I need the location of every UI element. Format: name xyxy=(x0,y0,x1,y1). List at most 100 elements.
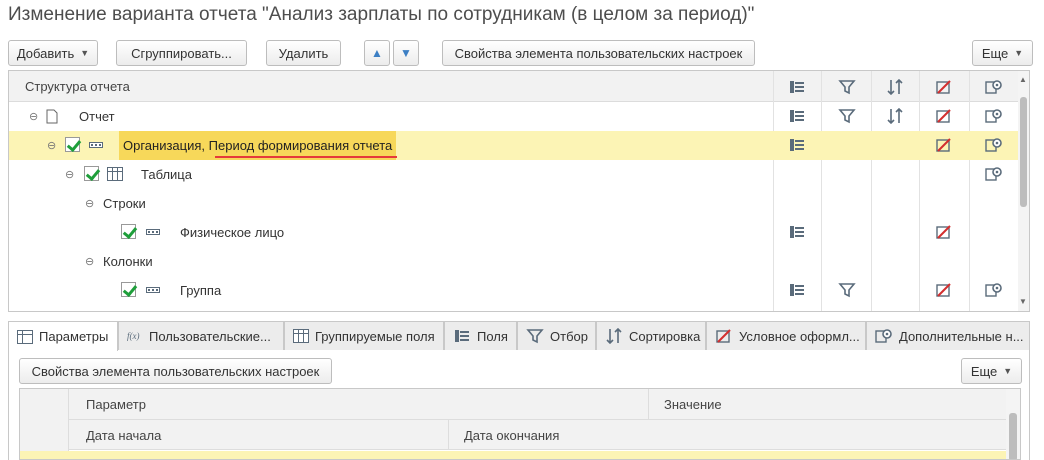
tab-user-fields[interactable]: f(x) Пользовательские... xyxy=(118,321,284,350)
tree-row-columns[interactable]: ⊖ Колонки xyxy=(9,247,1019,276)
arrow-down-icon: ▼ xyxy=(400,46,412,60)
tree-scrollbar[interactable]: ▲ ▼ xyxy=(1018,71,1029,311)
settings-tabs: Параметры f(x) Пользовательские... Групп… xyxy=(8,321,1030,351)
collapse-icon[interactable]: ⊖ xyxy=(29,110,38,123)
move-up-button[interactable]: ▲ xyxy=(364,40,390,66)
tree-row-report[interactable]: ⊖ Отчет xyxy=(9,102,1019,131)
conditional-format-icon[interactable] xyxy=(935,108,953,124)
parameters-table[interactable]: Параметр Значение Дата начала Дата оконч… xyxy=(19,388,1021,460)
row-checkbox[interactable] xyxy=(121,282,136,297)
fields-icon[interactable] xyxy=(788,282,806,298)
tree-row-label: Отчет xyxy=(79,109,115,124)
sort-icon[interactable] xyxy=(886,79,904,95)
row-checkbox[interactable] xyxy=(121,224,136,239)
additional-settings-icon[interactable] xyxy=(985,282,1003,298)
fields-icon xyxy=(455,330,469,342)
tab-label: Поля xyxy=(477,328,508,344)
filter-icon[interactable] xyxy=(838,282,856,298)
tree-row-group[interactable]: Группа xyxy=(9,276,1019,305)
tab-parameters[interactable]: Параметры xyxy=(8,321,118,351)
tree-row-label: Физическое лицо xyxy=(180,225,285,240)
fields-icon[interactable] xyxy=(788,224,806,240)
scroll-thumb[interactable] xyxy=(1020,97,1027,207)
tree-header: Структура отчета xyxy=(9,71,1019,102)
row-marker-column xyxy=(20,389,69,459)
arrow-up-icon: ▲ xyxy=(371,46,383,60)
dropdown-caret-icon: ▼ xyxy=(80,48,90,58)
fields-icon[interactable] xyxy=(788,137,806,153)
delete-button[interactable]: Удалить xyxy=(266,40,341,66)
sort-icon[interactable] xyxy=(886,108,904,124)
user-fields-icon: f(x) xyxy=(127,331,140,341)
tree-row-individual[interactable]: Физическое лицо xyxy=(9,218,1019,247)
fields-icon[interactable] xyxy=(788,108,806,124)
tree-row-label: Таблица xyxy=(141,167,192,182)
tab-sorting[interactable]: Сортировка xyxy=(596,321,706,350)
parameters-icon xyxy=(17,329,33,344)
group-button[interactable]: Сгруппировать... xyxy=(116,40,247,66)
parameters-subheader-row: Дата начала Дата окончания xyxy=(69,420,1007,450)
tree-row-table[interactable]: ⊖ Таблица xyxy=(9,160,1019,189)
parameters-header-row: Параметр Значение xyxy=(69,389,1007,420)
conditional-format-icon[interactable] xyxy=(935,79,953,95)
parameters-scrollbar[interactable] xyxy=(1006,389,1020,459)
svg-text:f(x): f(x) xyxy=(127,331,140,341)
tab-fields[interactable]: Поля xyxy=(444,321,517,350)
tab-additional-settings[interactable]: Дополнительные н... xyxy=(866,321,1030,350)
additional-settings-icon[interactable] xyxy=(985,137,1003,153)
tab-filter[interactable]: Отбор xyxy=(517,321,596,350)
additional-settings-icon[interactable] xyxy=(985,108,1003,124)
collapse-icon[interactable]: ⊖ xyxy=(85,255,94,268)
more-button-label: Еще xyxy=(981,45,1009,61)
column-header-parameter: Параметр xyxy=(86,397,146,412)
params-item-properties-button[interactable]: Свойства элемента пользовательских настр… xyxy=(19,358,332,384)
collapse-icon[interactable]: ⊖ xyxy=(85,197,94,210)
document-icon xyxy=(46,109,58,124)
params-more-button[interactable]: Еще ▼ xyxy=(961,358,1022,384)
tab-label: Сортировка xyxy=(629,328,701,344)
collapse-icon[interactable]: ⊖ xyxy=(47,139,56,152)
filter-icon xyxy=(526,329,544,344)
tab-label: Группируемые поля xyxy=(315,328,435,344)
grouped-fields-icon xyxy=(293,329,309,343)
row-checkbox[interactable] xyxy=(65,137,80,152)
grouping-icon xyxy=(89,142,103,148)
grouping-icon xyxy=(146,287,160,293)
scroll-up-icon[interactable]: ▲ xyxy=(1019,75,1027,84)
add-button-label: Добавить xyxy=(16,45,75,61)
scroll-down-icon[interactable]: ▼ xyxy=(1019,297,1027,306)
conditional-format-icon[interactable] xyxy=(935,137,953,153)
tab-grouped-fields[interactable]: Группируемые поля xyxy=(284,321,444,350)
conditional-format-icon[interactable] xyxy=(935,224,953,240)
tree-row-label: Строки xyxy=(103,196,146,211)
item-properties-button[interactable]: Свойства элемента пользовательских настр… xyxy=(442,40,755,66)
table-icon xyxy=(107,167,123,181)
selected-row[interactable] xyxy=(20,451,1007,459)
column-header-start-date: Дата начала xyxy=(86,428,162,443)
tab-label: Условное оформл... xyxy=(739,328,860,344)
row-checkbox[interactable] xyxy=(84,166,99,181)
filter-icon[interactable] xyxy=(838,79,856,95)
tab-conditional-format[interactable]: Условное оформл... xyxy=(706,321,866,350)
column-header-end-date: Дата окончания xyxy=(464,428,560,443)
label-part1: Организация, xyxy=(123,138,209,153)
additional-settings-icon[interactable] xyxy=(985,166,1003,182)
tree-row-grouping[interactable]: ⊖ Организация, Период формирования отчет… xyxy=(9,131,1019,160)
move-down-button[interactable]: ▼ xyxy=(393,40,419,66)
filter-icon[interactable] xyxy=(838,108,856,124)
add-button[interactable]: Добавить ▼ xyxy=(8,40,98,66)
tab-label: Пользовательские... xyxy=(149,328,271,344)
fields-icon[interactable] xyxy=(788,79,806,95)
label-part2: Период формирования отчета xyxy=(208,138,393,153)
additional-settings-icon[interactable] xyxy=(985,79,1003,95)
more-button[interactable]: Еще ▼ xyxy=(972,40,1033,66)
red-underline xyxy=(215,156,397,158)
collapse-icon[interactable]: ⊖ xyxy=(65,168,74,181)
page-title: Изменение варианта отчета "Анализ зарпла… xyxy=(8,4,755,25)
tree-row-label: Группа xyxy=(180,283,222,298)
conditional-format-icon[interactable] xyxy=(935,282,953,298)
tree-row-rows[interactable]: ⊖ Строки xyxy=(9,189,1019,218)
dropdown-caret-icon: ▼ xyxy=(1003,366,1013,376)
report-structure-tree[interactable]: Структура отчета ⊖ Отчет ⊖ Организация, … xyxy=(8,70,1030,312)
scroll-thumb[interactable] xyxy=(1009,413,1017,459)
